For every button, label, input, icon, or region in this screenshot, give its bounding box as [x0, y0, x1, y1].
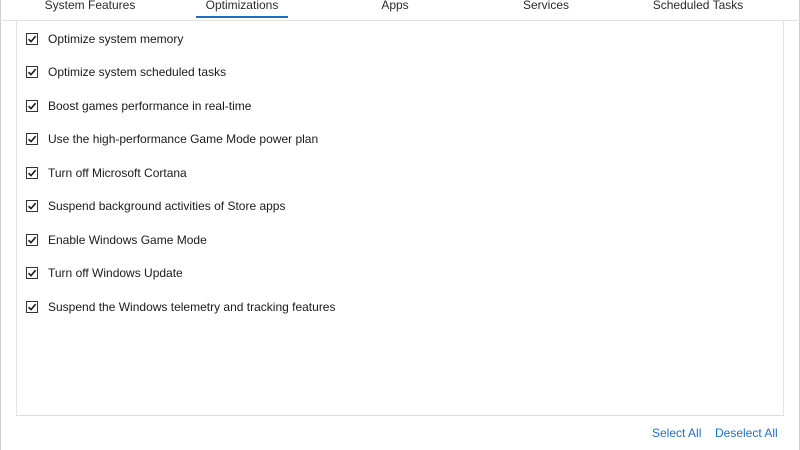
- option-label: Use the high-performance Game Mode power…: [48, 132, 319, 146]
- checkmark-icon: [27, 68, 37, 76]
- option-optimize-memory[interactable]: Optimize system memory: [26, 30, 183, 48]
- tab-scheduled-tasks[interactable]: Scheduled Tasks: [646, 0, 750, 16]
- checkbox[interactable]: [26, 267, 38, 279]
- option-turn-off-cortana[interactable]: Turn off Microsoft Cortana: [26, 164, 187, 182]
- option-label: Optimize system scheduled tasks: [48, 65, 227, 79]
- tab-services[interactable]: Services: [516, 0, 576, 16]
- checkbox[interactable]: [26, 167, 38, 179]
- option-suspend-telemetry[interactable]: Suspend the Windows telemetry and tracki…: [26, 298, 335, 316]
- optimizations-panel: Optimize system memory Optimize system s…: [16, 20, 784, 416]
- option-label: Turn off Windows Update: [48, 266, 183, 280]
- checkmark-icon: [27, 102, 37, 110]
- deselect-all-link[interactable]: Deselect All: [715, 426, 778, 440]
- tab-system-features[interactable]: System Features: [38, 0, 142, 16]
- checkmark-icon: [27, 169, 37, 177]
- checkbox[interactable]: [26, 301, 38, 313]
- option-label: Enable Windows Game Mode: [48, 233, 207, 247]
- checkmark-icon: [27, 269, 37, 277]
- option-turn-off-windows-update[interactable]: Turn off Windows Update: [26, 264, 183, 282]
- option-enable-game-mode[interactable]: Enable Windows Game Mode: [26, 231, 207, 249]
- tab-bar: System Features Optimizations Apps Servi…: [0, 0, 800, 21]
- tab-apps[interactable]: Apps: [372, 0, 418, 16]
- option-label: Turn off Microsoft Cortana: [48, 166, 187, 180]
- checkbox[interactable]: [26, 66, 38, 78]
- option-suspend-store-apps[interactable]: Suspend background activities of Store a…: [26, 197, 285, 215]
- option-label: Optimize system memory: [48, 32, 184, 46]
- option-boost-games[interactable]: Boost games performance in real-time: [26, 97, 251, 115]
- option-label: Suspend the Windows telemetry and tracki…: [48, 300, 336, 314]
- checkmark-icon: [27, 135, 37, 143]
- checkbox[interactable]: [26, 200, 38, 212]
- checkmark-icon: [27, 303, 37, 311]
- select-all-link[interactable]: Select All: [652, 426, 701, 440]
- tab-optimizations[interactable]: Optimizations: [196, 0, 288, 18]
- checkmark-icon: [27, 236, 37, 244]
- footer-bar: Select All Deselect All: [0, 417, 800, 450]
- checkbox[interactable]: [26, 133, 38, 145]
- option-label: Suspend background activities of Store a…: [48, 199, 286, 213]
- checkmark-icon: [27, 35, 37, 43]
- option-optimize-scheduled-tasks[interactable]: Optimize system scheduled tasks: [26, 63, 226, 81]
- checkmark-icon: [27, 202, 37, 210]
- option-game-mode-power-plan[interactable]: Use the high-performance Game Mode power…: [26, 130, 318, 148]
- checkbox[interactable]: [26, 234, 38, 246]
- option-label: Boost games performance in real-time: [48, 99, 252, 113]
- checkbox[interactable]: [26, 33, 38, 45]
- checkbox[interactable]: [26, 100, 38, 112]
